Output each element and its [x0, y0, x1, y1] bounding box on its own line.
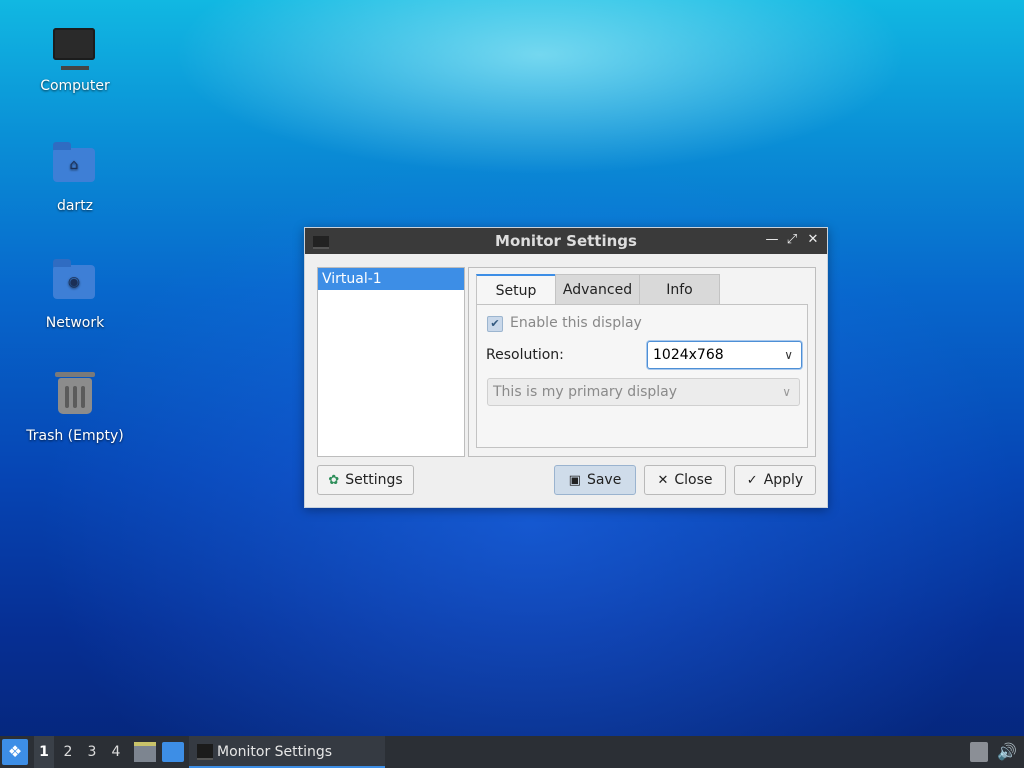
setup-panel: ✔ Enable this display Resolution: 1024x7…: [476, 304, 808, 448]
tab-info[interactable]: Info: [639, 274, 720, 305]
resolution-value: 1024x768: [653, 347, 724, 363]
show-desktop-icon[interactable]: [162, 742, 184, 762]
minimize-icon: —: [765, 232, 779, 247]
lubuntu-logo-icon: ❖: [7, 742, 23, 761]
primary-display-value: This is my primary display: [493, 384, 678, 400]
desktop-icon-home-folder[interactable]: ⌂ dartz: [20, 140, 130, 214]
maximize-icon: ⤢: [786, 232, 798, 247]
chevron-down-icon: ∨: [784, 348, 793, 362]
desktop-icon-computer[interactable]: Computer: [20, 24, 130, 94]
close-icon: ✕: [807, 232, 819, 247]
computer-icon: [53, 28, 97, 72]
window-titlebar[interactable]: Monitor Settings — ⤢ ✕: [305, 228, 827, 254]
resolution-select[interactable]: 1024x768 ∨: [647, 341, 802, 369]
apply-button-label: Apply: [763, 472, 804, 488]
tray-eject-icon[interactable]: [970, 742, 988, 762]
enable-display-label: Enable this display: [510, 315, 642, 331]
output-item-virtual-1[interactable]: Virtual-1: [318, 268, 464, 290]
close-button[interactable]: ✕ Close: [644, 465, 726, 495]
settings-button[interactable]: ✿ Settings: [317, 465, 414, 495]
settings-button-label: Settings: [345, 472, 403, 488]
workspace-2[interactable]: 2: [58, 736, 78, 768]
task-monitor-settings[interactable]: Monitor Settings: [189, 736, 385, 768]
trash-icon: [53, 372, 97, 422]
close-icon: ✕: [657, 473, 669, 488]
window-title: Monitor Settings: [495, 232, 637, 250]
desktop-icon-label: dartz: [56, 198, 94, 214]
workspace-4[interactable]: 4: [106, 736, 126, 768]
checkmark-icon: ✔: [490, 317, 500, 330]
output-list[interactable]: Virtual-1: [317, 267, 465, 457]
workspace-3[interactable]: 3: [82, 736, 102, 768]
chevron-down-icon: ∨: [782, 385, 791, 399]
desktop-icon-network[interactable]: ◉ Network: [20, 257, 130, 331]
monitor-settings-window: Monitor Settings — ⤢ ✕ Virtual-1 Setup A…: [304, 227, 828, 508]
tab-setup[interactable]: Setup: [476, 274, 556, 306]
settings-tabs: Setup Advanced Info ✔ Enable this displa…: [468, 267, 816, 457]
workspace-1[interactable]: 1: [34, 736, 54, 768]
tab-advanced[interactable]: Advanced: [555, 274, 640, 305]
apply-button[interactable]: ✓ Apply: [734, 465, 816, 495]
desktop-icon-label: Network: [45, 315, 105, 331]
desktop-icon-label: Trash (Empty): [26, 428, 124, 444]
start-menu-button[interactable]: ❖: [2, 739, 28, 765]
task-label: Monitor Settings: [217, 744, 333, 760]
volume-icon[interactable]: 🔊: [996, 742, 1018, 762]
close-button-label: Close: [674, 472, 713, 488]
enable-display-checkbox[interactable]: ✔: [487, 316, 503, 332]
file-manager-icon[interactable]: [134, 742, 156, 762]
desktop-icon-label: Computer: [40, 78, 110, 94]
monitor-app-icon: [197, 744, 213, 760]
taskbar: ❖ 1 2 3 4 Monitor Settings 🔊: [0, 736, 1024, 768]
network-folder-icon: ◉: [53, 259, 97, 309]
resolution-label: Resolution:: [486, 347, 564, 363]
floppy-disk-icon: ▣: [568, 473, 581, 488]
maximize-button[interactable]: ⤢: [783, 231, 801, 249]
checkmark-icon: ✓: [746, 473, 758, 488]
gear-icon: ✿: [328, 473, 340, 488]
save-button-label: Save: [586, 472, 622, 488]
home-folder-icon: ⌂: [53, 142, 97, 192]
desktop-icon-trash[interactable]: Trash (Empty): [20, 372, 130, 444]
primary-display-select: This is my primary display ∨: [487, 378, 800, 406]
close-window-button[interactable]: ✕: [804, 231, 822, 249]
minimize-button[interactable]: —: [763, 231, 781, 249]
save-button[interactable]: ▣ Save: [554, 465, 636, 495]
